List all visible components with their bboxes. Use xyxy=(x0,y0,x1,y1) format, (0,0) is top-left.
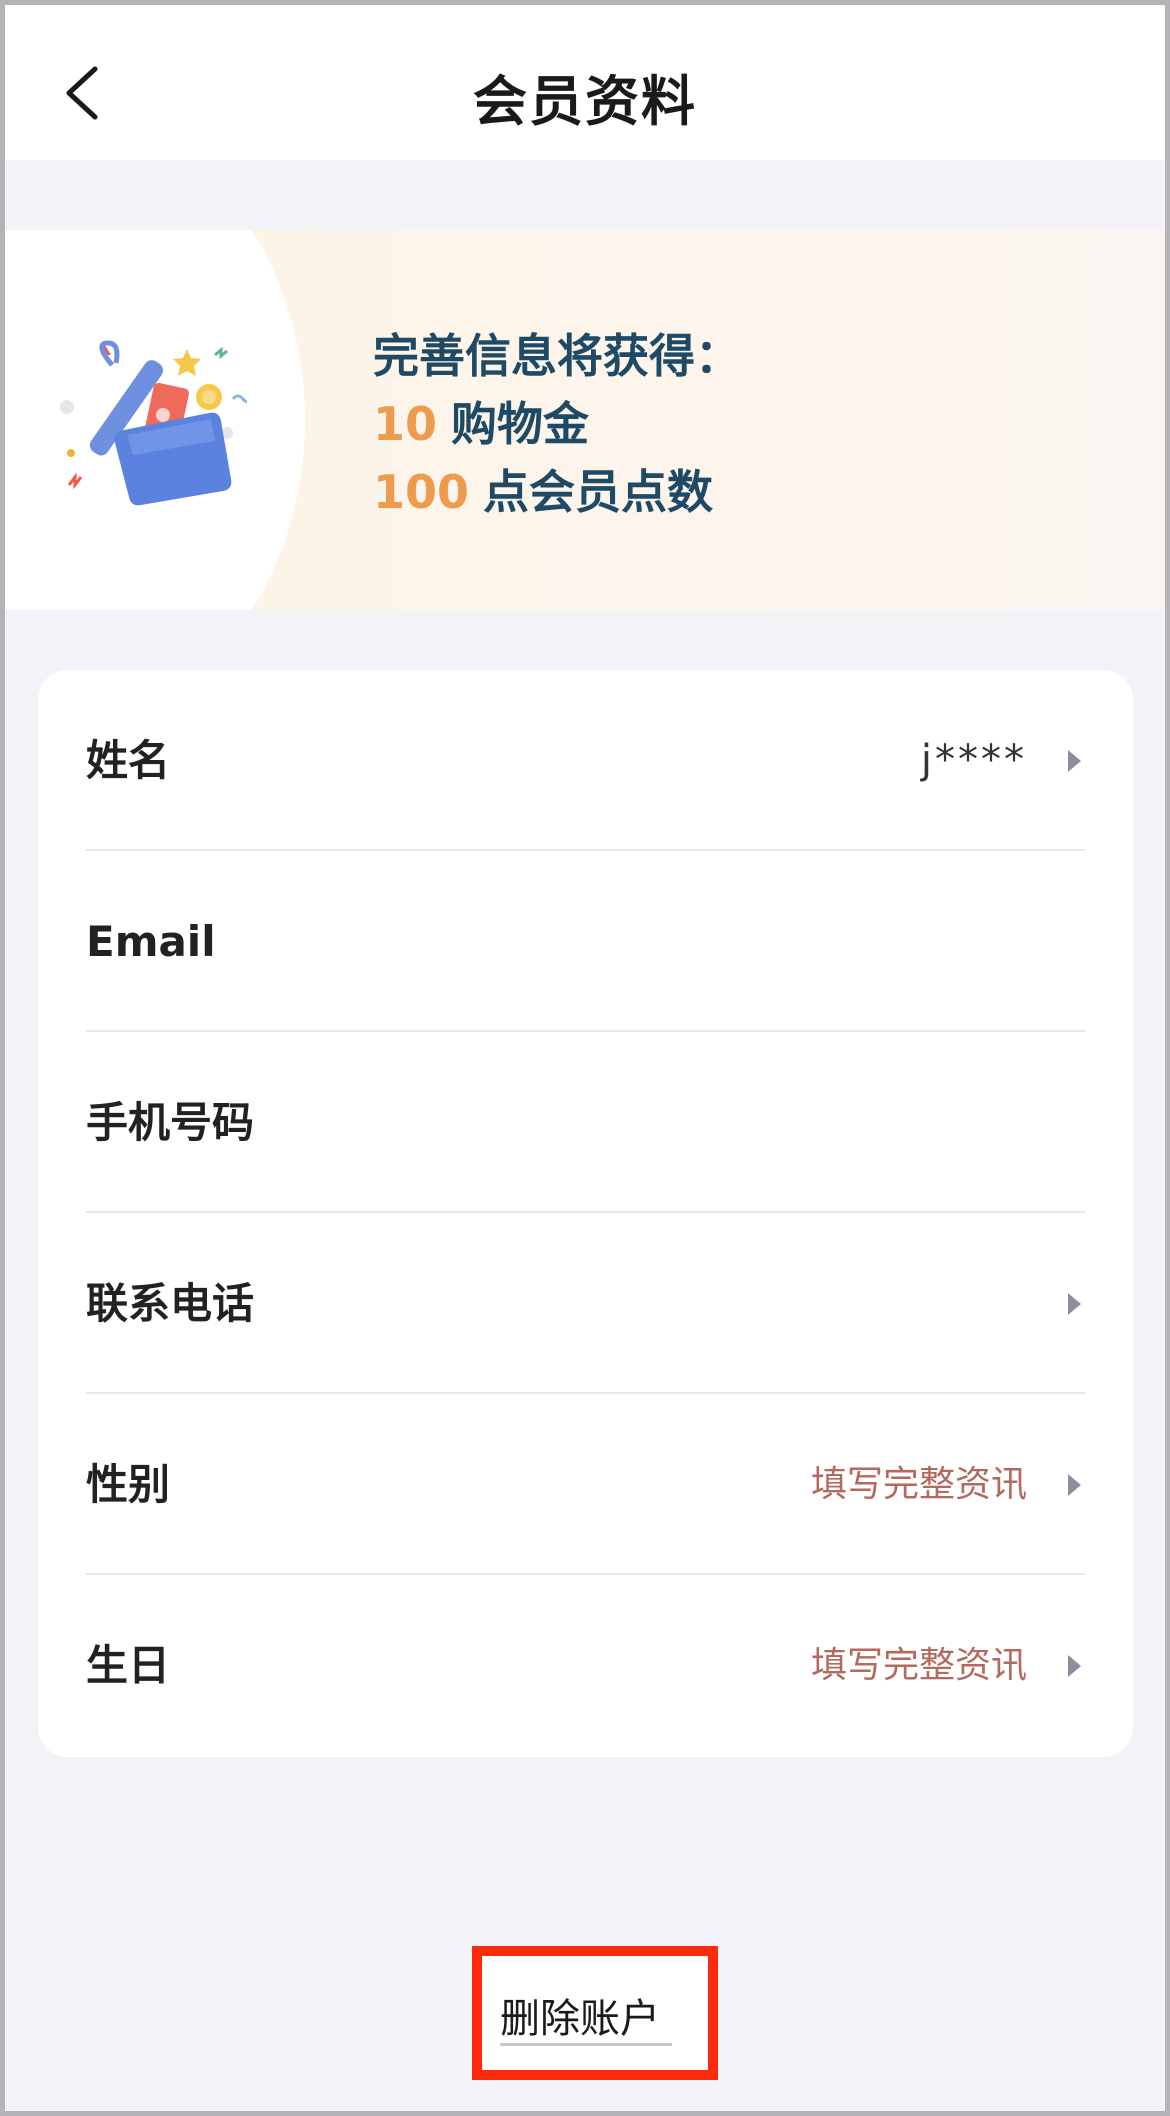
row-label: Email xyxy=(86,917,216,966)
row-contact-phone[interactable]: 联系电话 xyxy=(86,1213,1085,1394)
chevron-right-icon xyxy=(1068,1655,1081,1677)
top-nav-bar: 会员资料 xyxy=(5,5,1165,160)
page-title: 会员资料 xyxy=(473,70,697,133)
gift-box-icon xyxy=(60,340,247,506)
chevron-right-icon xyxy=(1068,750,1081,772)
row-hint: 填写完整资讯 xyxy=(810,1464,1027,1505)
reward-amount: 100 xyxy=(373,465,470,519)
row-label: 联系电话 xyxy=(86,1279,255,1328)
device-frame: 会员资料 完善信息将获得： 10 购物金 100 点会员点数 姓名 j**** … xyxy=(0,0,1170,2116)
row-birthday[interactable]: 生日 填写完整资讯 xyxy=(86,1575,1085,1756)
reward-banner: 完善信息将获得： 10 购物金 100 点会员点数 xyxy=(5,230,1165,610)
screen: 会员资料 完善信息将获得： 10 购物金 100 点会员点数 姓名 j**** … xyxy=(5,5,1165,2111)
reward-item: 100 点会员点数 xyxy=(373,458,741,526)
row-label: 姓名 xyxy=(86,736,171,785)
row-gender[interactable]: 性别 填写完整资讯 xyxy=(86,1394,1085,1575)
row-label: 手机号码 xyxy=(86,1098,255,1147)
chevron-right-icon xyxy=(1068,1474,1081,1496)
profile-card: 姓名 j**** Email 手机号码 联系电话 性别 填写完整资讯 生日 填写… xyxy=(38,670,1133,1757)
row-email[interactable]: Email xyxy=(86,851,1085,1032)
reward-item: 10 购物金 xyxy=(373,390,741,458)
delete-underline xyxy=(500,2043,672,2046)
reward-amount: 10 xyxy=(373,397,438,451)
row-hint: 填写完整资讯 xyxy=(810,1645,1027,1686)
row-name[interactable]: 姓名 j**** xyxy=(86,670,1085,851)
delete-account-highlight: 删除账户 xyxy=(472,1946,718,2080)
row-label: 性别 xyxy=(86,1460,171,1509)
reward-text: 完善信息将获得： 10 购物金 100 点会员点数 xyxy=(373,322,741,526)
reward-label: 点会员点数 xyxy=(483,465,714,519)
delete-account-button[interactable]: 删除账户 xyxy=(500,1986,660,2044)
chevron-right-icon xyxy=(1068,1293,1081,1315)
row-label: 生日 xyxy=(86,1641,171,1690)
reward-label: 购物金 xyxy=(451,397,590,451)
row-mobile[interactable]: 手机号码 xyxy=(86,1032,1085,1213)
row-value: j**** xyxy=(920,737,1027,783)
reward-headline: 完善信息将获得： xyxy=(373,329,741,383)
